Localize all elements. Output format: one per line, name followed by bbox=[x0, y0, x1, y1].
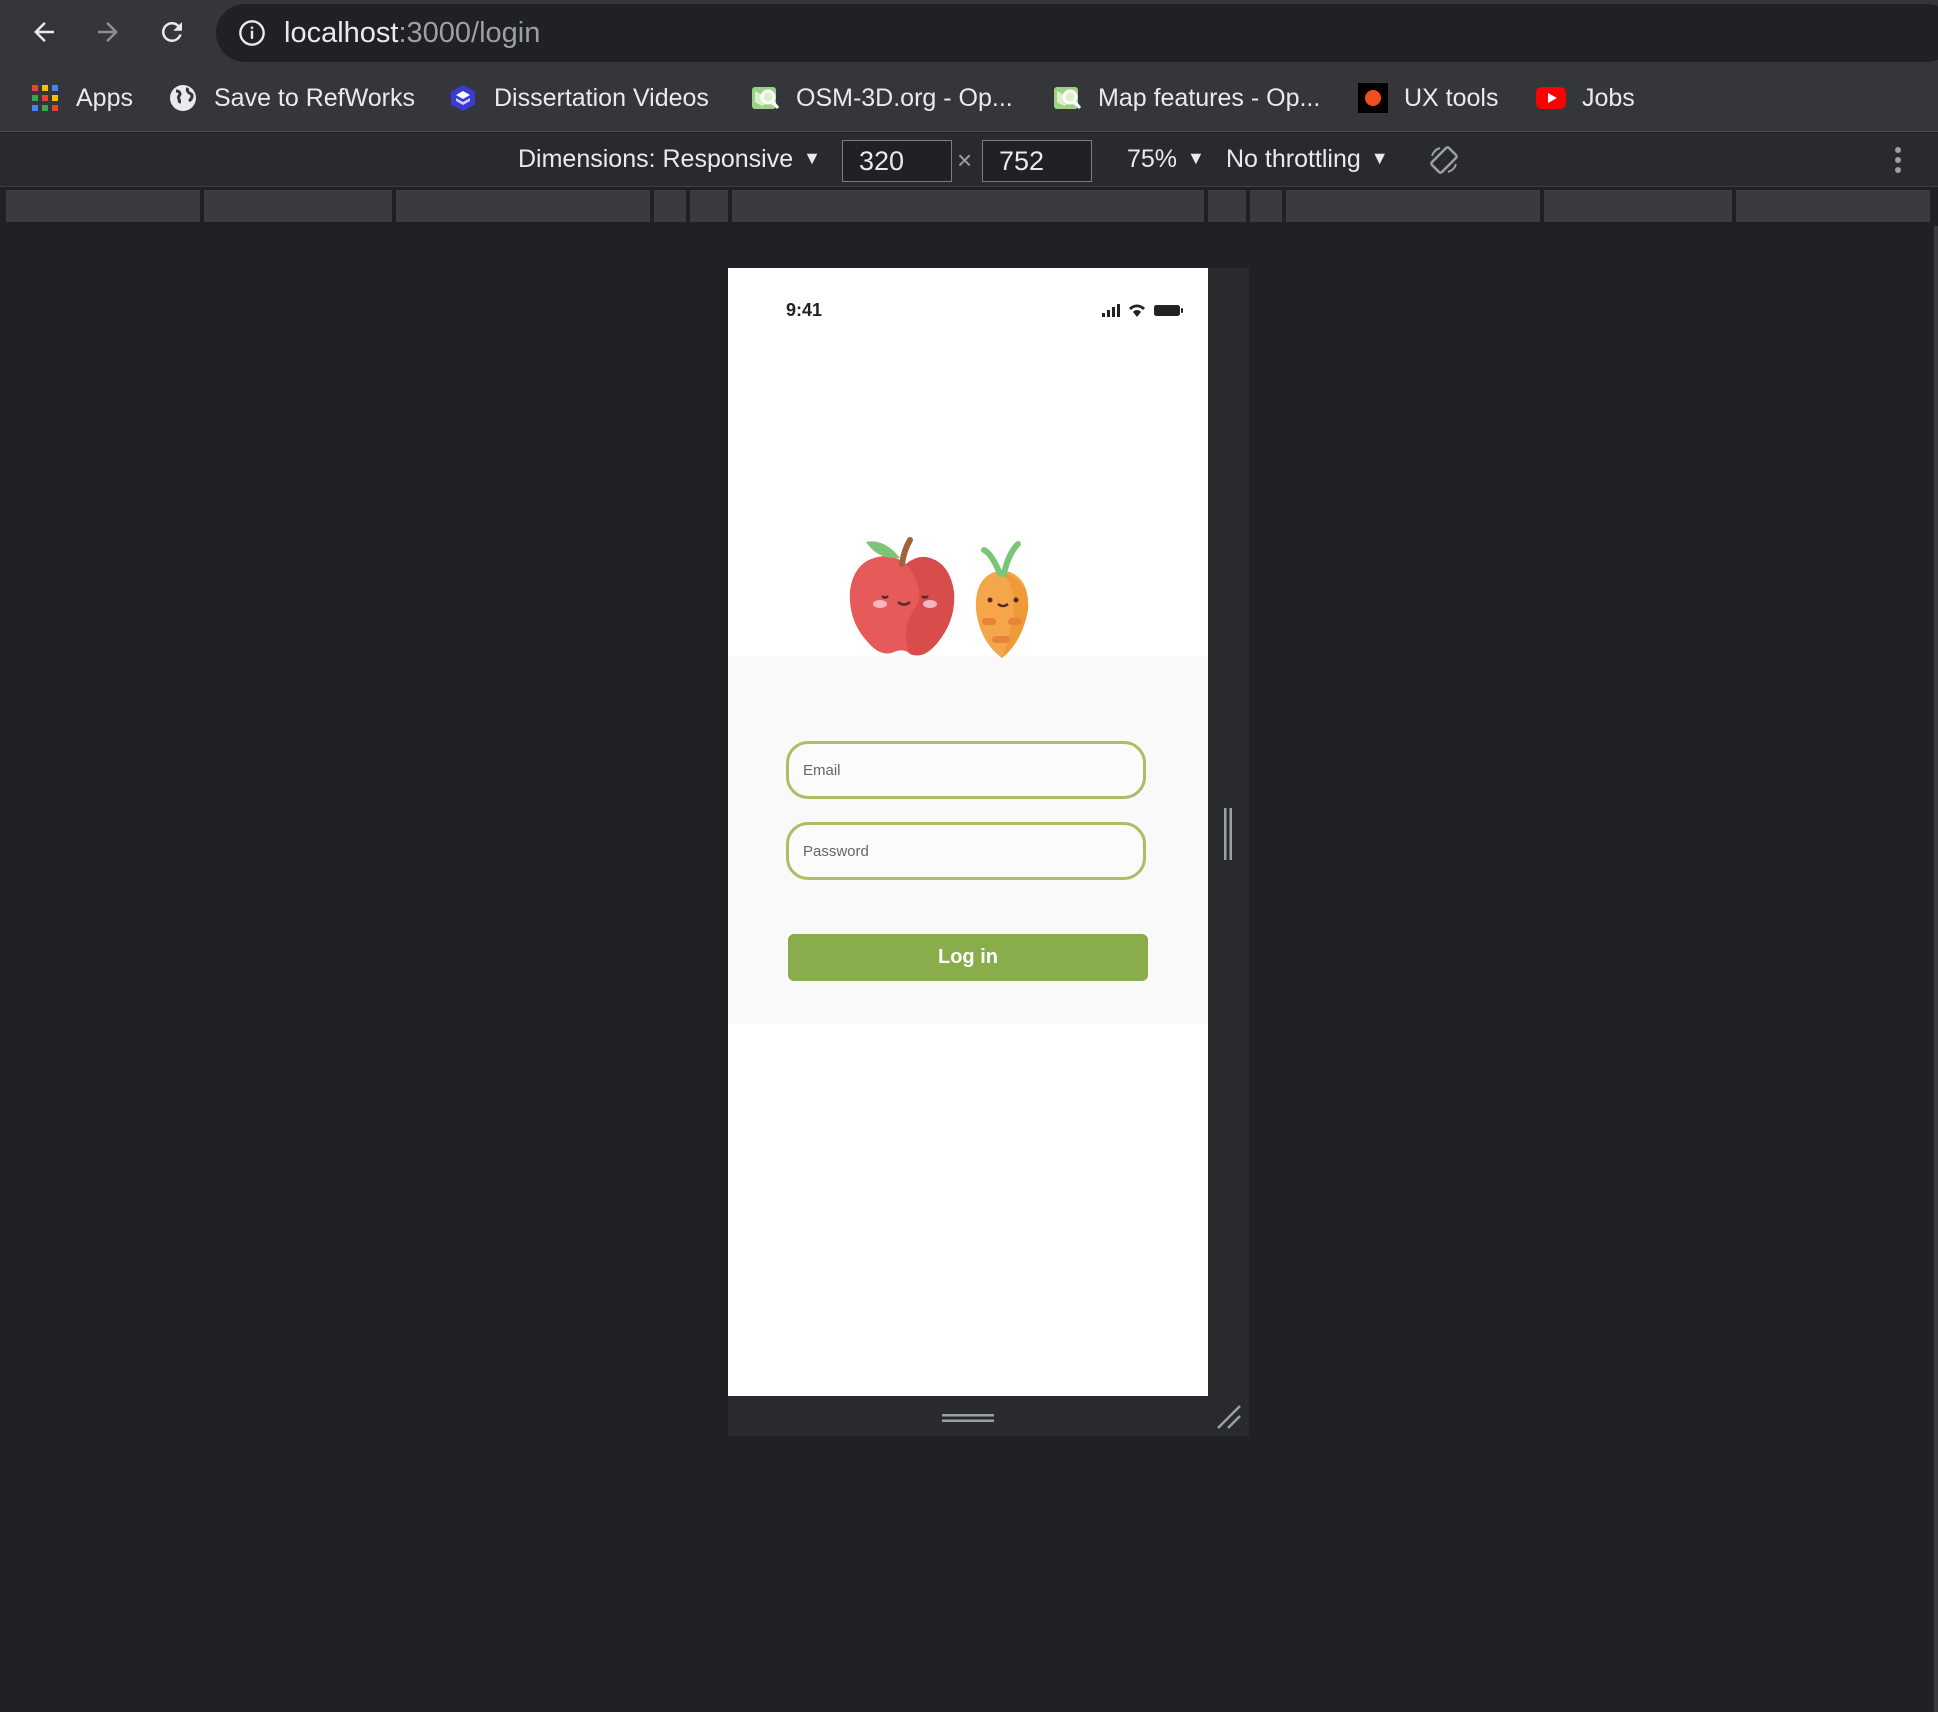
info-icon[interactable] bbox=[238, 19, 266, 47]
panel-edge bbox=[1934, 226, 1938, 1712]
device-toolbar: Dimensions: Responsive ▼ 320 × 752 75% ▼ N… bbox=[0, 133, 1938, 187]
height-input[interactable]: 752 bbox=[982, 140, 1092, 182]
throttling-dropdown[interactable]: No throttling ▼ bbox=[1226, 145, 1389, 174]
back-button[interactable] bbox=[22, 12, 66, 52]
arrow-left-icon bbox=[34, 22, 54, 42]
zoom-dropdown[interactable]: 75% ▼ bbox=[1127, 145, 1205, 174]
login-button[interactable]: Log in bbox=[788, 934, 1148, 981]
caret-down-icon: ▼ bbox=[1187, 148, 1205, 168]
resize-handle-bottom[interactable] bbox=[942, 1412, 994, 1424]
resize-handle-right[interactable] bbox=[1222, 808, 1234, 860]
red-dot-icon bbox=[1358, 83, 1388, 113]
media-query-segment[interactable] bbox=[396, 190, 650, 222]
hexagon-layers-icon bbox=[451, 85, 475, 111]
bookmark-apps[interactable]: Apps bbox=[30, 80, 133, 116]
throttling-label: No throttling bbox=[1226, 145, 1361, 173]
zoom-label: 75% bbox=[1127, 145, 1178, 173]
url-host: localhost bbox=[284, 17, 399, 49]
email-field[interactable] bbox=[786, 741, 1146, 799]
more-vertical-icon[interactable] bbox=[1888, 144, 1908, 176]
bookmark-label: Jobs bbox=[1582, 83, 1635, 112]
battery-icon bbox=[1154, 305, 1183, 316]
status-time: 9:41 bbox=[786, 300, 823, 320]
forward-button[interactable] bbox=[86, 12, 130, 52]
email-input[interactable] bbox=[803, 744, 1123, 796]
bookmark-save-to-refworks[interactable]: Save to RefWorks bbox=[168, 80, 415, 116]
status-icons bbox=[1102, 304, 1183, 317]
youtube-icon bbox=[1536, 87, 1566, 109]
media-query-segment[interactable] bbox=[1736, 190, 1930, 222]
browser-toolbar: localhost:3000/login bbox=[0, 0, 1938, 66]
reload-icon bbox=[161, 21, 182, 42]
media-query-segment[interactable] bbox=[1544, 190, 1732, 222]
media-query-segment[interactable] bbox=[732, 190, 1204, 222]
rotate-icon[interactable] bbox=[1428, 144, 1460, 176]
url-text[interactable]: localhost:3000/login bbox=[284, 17, 540, 50]
bookmark-jobs[interactable]: Jobs bbox=[1536, 80, 1635, 116]
signal-icon bbox=[1102, 304, 1120, 317]
resize-handle-corner[interactable] bbox=[1216, 1404, 1242, 1430]
bookmark-label: UX tools bbox=[1404, 83, 1499, 112]
bookmark-ux-tools[interactable]: UX tools bbox=[1358, 80, 1498, 116]
dimensions-dropdown[interactable]: Dimensions: Responsive ▼ bbox=[518, 145, 821, 174]
url-path: :3000/login bbox=[398, 17, 541, 49]
arrow-right-icon bbox=[98, 22, 118, 42]
phone-screen: 9:41 Email Log in bbox=[728, 268, 1208, 1396]
globe-icon bbox=[170, 85, 196, 111]
media-query-segment[interactable] bbox=[1250, 190, 1282, 222]
bookmark-label: Apps bbox=[76, 83, 133, 112]
map-globe-icon bbox=[752, 87, 780, 109]
reload-button[interactable] bbox=[150, 12, 194, 52]
apple-mascot-icon bbox=[849, 537, 955, 656]
caret-down-icon: ▼ bbox=[1370, 148, 1389, 168]
bookmark-dissertation-videos[interactable]: Dissertation Videos bbox=[448, 80, 709, 116]
media-query-segment[interactable] bbox=[1208, 190, 1246, 222]
bookmarks-bar: Apps Save to RefWorks Dissertation Video… bbox=[0, 66, 1938, 132]
apps-grid-icon bbox=[32, 85, 58, 111]
media-query-segment[interactable] bbox=[690, 190, 728, 222]
media-query-segment[interactable] bbox=[654, 190, 686, 222]
bookmark-label: Dissertation Videos bbox=[494, 83, 709, 112]
fruit-mascots bbox=[849, 537, 1029, 658]
bookmark-label: Save to RefWorks bbox=[214, 83, 416, 112]
carrot-mascot-icon bbox=[975, 541, 1029, 658]
bookmark-map-features[interactable]: Map features - Op... bbox=[1052, 80, 1320, 116]
bookmark-osm-3d[interactable]: OSM-3D.org - Op... bbox=[750, 80, 1013, 116]
times-icon: × bbox=[957, 145, 973, 175]
map-globe-icon bbox=[1054, 87, 1082, 109]
dimensions-label: Dimensions: Responsive bbox=[518, 145, 794, 173]
media-query-segment[interactable] bbox=[6, 190, 200, 222]
password-field[interactable] bbox=[786, 822, 1146, 880]
bookmark-label: Map features - Op... bbox=[1098, 83, 1321, 112]
media-query-segment[interactable] bbox=[204, 190, 392, 222]
password-input[interactable] bbox=[803, 825, 1123, 877]
caret-down-icon: ▼ bbox=[803, 148, 821, 168]
media-query-bar bbox=[0, 188, 1938, 226]
wifi-icon bbox=[1129, 304, 1145, 317]
media-query-segment[interactable] bbox=[1286, 190, 1540, 222]
width-input[interactable]: 320 bbox=[842, 140, 952, 182]
address-bar[interactable]: localhost:3000/login bbox=[216, 4, 1938, 62]
bookmark-label: OSM-3D.org - Op... bbox=[796, 83, 1013, 112]
